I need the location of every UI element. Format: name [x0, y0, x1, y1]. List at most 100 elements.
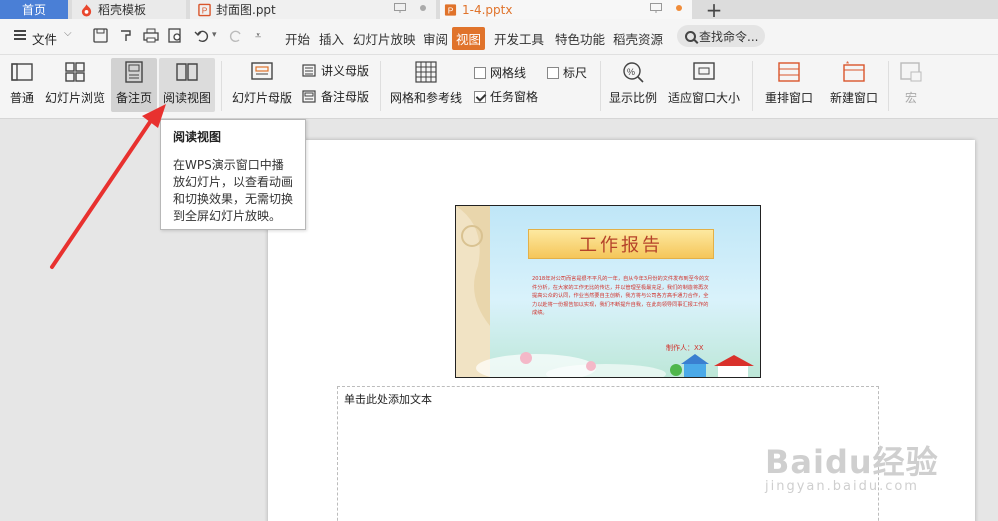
slide-title-banner: 工作报告 — [528, 229, 714, 259]
slide-author: 制作人：XX — [666, 344, 704, 352]
search-placeholder: 查找命令... — [699, 29, 759, 44]
svg-text:P: P — [448, 5, 454, 15]
tab-close-dot[interactable] — [420, 5, 426, 11]
slide-title: 工作报告 — [579, 235, 663, 256]
handout-master-button[interactable]: 讲义母版 — [302, 62, 369, 79]
normal-view-button[interactable]: 普通 — [4, 58, 40, 112]
macro-button[interactable]: 宏 — [894, 58, 928, 112]
grid-guides-button[interactable]: 网格和参考线 — [388, 58, 464, 112]
normal-view-icon — [11, 63, 33, 81]
arrange-windows-icon — [778, 62, 800, 82]
task-pane-label: 任务窗格 — [490, 90, 539, 104]
print-preview-icon[interactable] — [168, 28, 184, 43]
ribbon-separator — [221, 61, 222, 111]
tab-view[interactable]: 视图 — [452, 27, 486, 50]
tab-home-ribbon[interactable]: 开始 — [285, 29, 310, 48]
undo-icon[interactable] — [194, 28, 210, 43]
reading-view-button[interactable]: 阅读视图 — [159, 58, 215, 112]
chevron-down-icon[interactable]: ⌵ — [64, 28, 72, 39]
monitor-icon — [650, 3, 662, 13]
view-ribbon: 普通 幻灯片浏览 备注页 阅读视图 幻灯片母版 讲义母版 备注母版 网格和参考线… — [0, 55, 998, 119]
task-pane-checkbox[interactable]: 任务窗格 — [474, 88, 538, 105]
zoom-label: 显示比例 — [608, 91, 657, 105]
tab-review[interactable]: 审阅 — [423, 29, 448, 48]
file-menu[interactable]: 文件 — [32, 29, 57, 48]
menu-bar: 文件 ⌵ ▾ ⩡ 开始 插入 幻灯片放映 审阅 视图 开发工具 特色功能 稻壳资… — [0, 19, 998, 55]
svg-text:P: P — [202, 5, 208, 15]
zoom-icon: % — [623, 62, 644, 83]
slide-browse-button[interactable]: 幻灯片浏览 — [42, 58, 108, 112]
monitor-icon — [394, 3, 406, 13]
tab-insert[interactable]: 插入 — [319, 29, 344, 48]
tooltip-title: 阅读视图 — [173, 130, 222, 144]
notes-page-icon — [125, 61, 143, 83]
notes-master-button[interactable]: 备注母版 — [302, 88, 369, 105]
slide-master-icon — [251, 62, 273, 80]
arrange-windows-label: 重排窗口 — [764, 91, 813, 105]
ruler-label: 标尺 — [563, 66, 588, 80]
tab-label: 封面图.ppt — [216, 3, 276, 17]
notes-placeholder-text: 单击此处添加文本 — [344, 393, 432, 406]
print-icon[interactable] — [143, 28, 159, 43]
new-window-icon: * — [843, 61, 865, 82]
macro-icon — [900, 62, 922, 82]
ruler-checkbox-box[interactable] — [547, 66, 559, 79]
ribbon-separator — [752, 61, 753, 111]
gridlines-checkbox-box[interactable] — [474, 66, 486, 79]
search-icon — [685, 30, 696, 42]
slide-master-label: 幻灯片母版 — [231, 91, 292, 105]
redo-icon[interactable] — [228, 28, 244, 43]
ruler-checkbox[interactable]: 标尺 — [547, 64, 587, 81]
gridlines-checkbox[interactable]: 网格线 — [474, 64, 526, 81]
tab-docer-resources[interactable]: 稻壳资源 — [613, 29, 663, 48]
slide-thumbnail[interactable]: 工作报告 2018年对公司而言是很不平凡的一年，自从今年3月份的文件发布到至今的… — [455, 205, 761, 378]
tab-1-4-pptx[interactable]: P 1-4.pptx — [440, 0, 692, 19]
watermark-url: jingyan.baidu.com — [765, 479, 919, 494]
tab-label: 稻壳模板 — [98, 3, 147, 17]
slide-body-text: 2018年对公司而言是很不平凡的一年，自从今年3月份的文件发布到至今的文件分析，… — [532, 276, 710, 316]
book-icon — [176, 63, 198, 81]
tab-home[interactable]: 首页 — [0, 0, 68, 19]
save-icon[interactable] — [93, 28, 108, 43]
fit-window-icon — [693, 62, 715, 80]
notes-page-label: 备注页 — [115, 91, 152, 105]
grid-icon — [415, 61, 437, 83]
notes-master-label: 备注母版 — [321, 90, 370, 104]
ribbon-separator — [380, 61, 381, 111]
gridlines-label: 网格线 — [490, 66, 527, 80]
document-tab-bar: 首页 稻壳模板 P 封面图.ppt P 1-4.pptx + — [0, 0, 998, 22]
ribbon-separator — [888, 61, 889, 111]
ppt-file-icon: P — [198, 3, 211, 16]
tooltip-body: 在WPS演示窗口中播放幻灯片，以查看动画和切换效果，无需切换到全屏幻灯片放映。 — [173, 158, 294, 223]
ppt-file-icon: P — [444, 3, 457, 15]
notes-page-button[interactable]: 备注页 — [111, 58, 157, 112]
reading-view-tooltip: 阅读视图 在WPS演示窗口中播放幻灯片，以查看动画和切换效果，无需切换到全屏幻灯… — [160, 119, 306, 230]
tab-developer[interactable]: 开发工具 — [494, 29, 544, 48]
svg-text:%: % — [627, 67, 635, 77]
slide-sorter-icon — [65, 62, 85, 82]
task-pane-checkbox-box[interactable] — [474, 90, 486, 103]
slide-master-button[interactable]: 幻灯片母版 — [229, 58, 295, 112]
format-painter-icon[interactable] — [119, 28, 133, 43]
hamburger-icon[interactable] — [14, 30, 26, 40]
new-window-button[interactable]: * 新建窗口 — [826, 58, 882, 112]
customize-toolbar-icon[interactable]: ⩡ — [255, 29, 261, 43]
zoom-button[interactable]: % 显示比例 — [606, 58, 660, 112]
arrange-windows-button[interactable]: 重排窗口 — [758, 58, 820, 112]
grid-guides-label: 网格和参考线 — [389, 91, 462, 105]
command-search[interactable]: 查找命令... — [677, 25, 765, 47]
fit-window-button[interactable]: 适应窗口大小 — [666, 58, 742, 112]
unsaved-dot[interactable] — [676, 5, 682, 11]
slide-browse-label: 幻灯片浏览 — [44, 91, 105, 105]
normal-view-label: 普通 — [9, 91, 34, 105]
undo-dropdown-icon[interactable]: ▾ — [212, 30, 217, 40]
tab-docer-templates[interactable]: 稻壳模板 — [72, 0, 186, 19]
tab-label: 1-4.pptx — [462, 2, 513, 17]
fit-window-label: 适应窗口大小 — [667, 91, 740, 105]
tab-special-features[interactable]: 特色功能 — [555, 29, 605, 48]
notes-master-icon — [302, 90, 316, 103]
svg-text:*: * — [846, 61, 849, 69]
tab-slideshow[interactable]: 幻灯片放映 — [353, 29, 416, 48]
tab-cover-ppt[interactable]: P 封面图.ppt — [190, 0, 436, 19]
macro-label: 宏 — [904, 91, 917, 105]
